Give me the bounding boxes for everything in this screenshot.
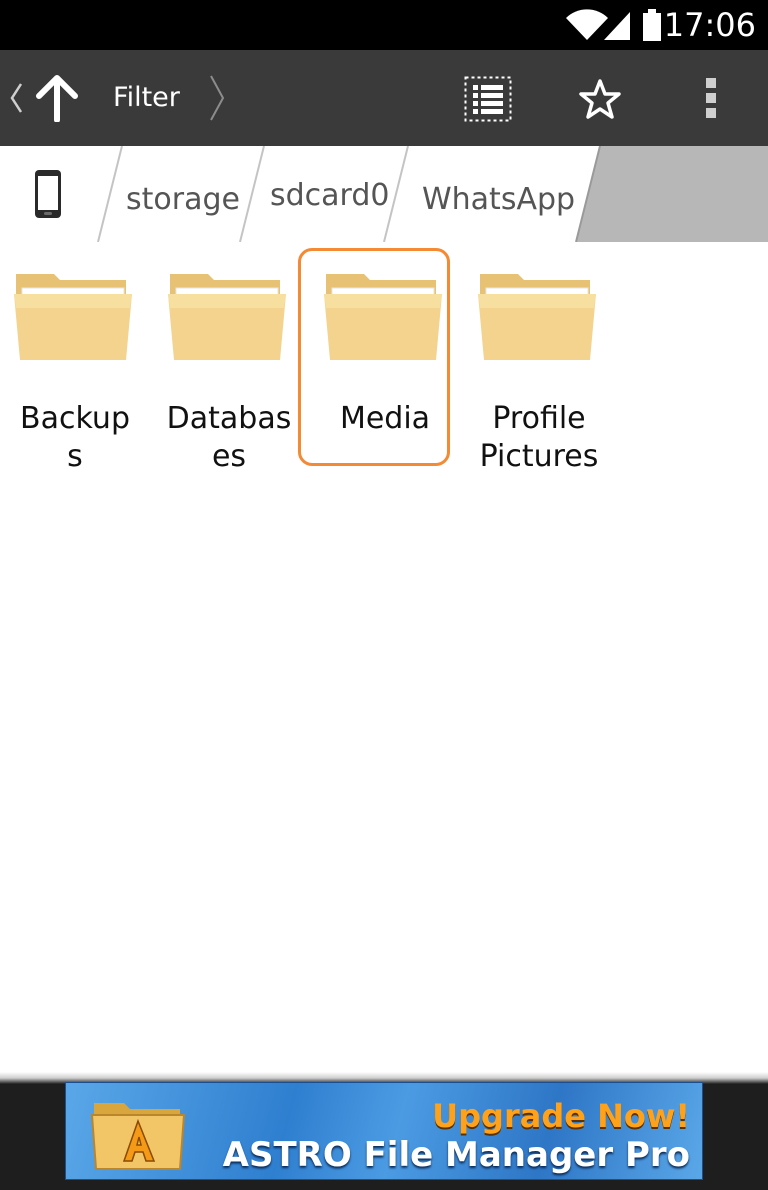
folder-item-media[interactable]: Media [310, 242, 460, 472]
filter-label[interactable]: Filter [113, 80, 180, 116]
astro-folder-logo-icon [90, 1103, 186, 1170]
back-chevron-icon[interactable] [8, 82, 24, 114]
battery-icon [643, 9, 661, 41]
folder-label: Backup s [20, 401, 130, 474]
folder-item-backups[interactable]: Backup s [0, 242, 150, 474]
ad-headline: Upgrade Now! [432, 1097, 690, 1135]
list-view-icon[interactable] [464, 76, 512, 122]
ad-area: Upgrade Now! ASTRO File Manager Pro [0, 1072, 768, 1190]
breadcrumb-item-sdcard0[interactable]: sdcard0 [270, 176, 390, 216]
phone-icon [35, 170, 61, 218]
status-icons [564, 8, 664, 42]
breadcrumb-item-whatsapp[interactable]: WhatsApp [422, 180, 575, 220]
action-bar: Filter [0, 50, 768, 146]
status-time: 17:06 [663, 6, 756, 44]
up-arrow-icon[interactable] [34, 74, 80, 122]
breadcrumb: storage sdcard0 WhatsApp [0, 146, 768, 242]
folder-icon [478, 274, 596, 360]
forward-chevron-icon[interactable] [208, 74, 226, 122]
folder-label: Databas es [166, 401, 292, 474]
folder-label: Profile Pictures [479, 401, 599, 474]
breadcrumb-item-storage[interactable]: storage [126, 180, 240, 220]
folder-icon [324, 274, 442, 360]
signal-icon [604, 12, 630, 40]
folder-item-databases[interactable]: Databas es [154, 242, 304, 474]
status-bar: 17:06 [0, 0, 768, 50]
folder-icon [14, 274, 132, 360]
folder-item-profile-pictures[interactable]: Profile Pictures [464, 242, 614, 474]
overflow-menu-icon[interactable] [704, 76, 718, 120]
breadcrumb-item-device[interactable] [0, 146, 100, 242]
folder-icon [168, 274, 286, 360]
folder-label: Media [339, 401, 431, 436]
ad-subline: ASTRO File Manager Pro [222, 1135, 690, 1175]
upgrade-ad-banner[interactable]: Upgrade Now! ASTRO File Manager Pro [65, 1082, 703, 1180]
star-icon[interactable] [578, 78, 622, 120]
